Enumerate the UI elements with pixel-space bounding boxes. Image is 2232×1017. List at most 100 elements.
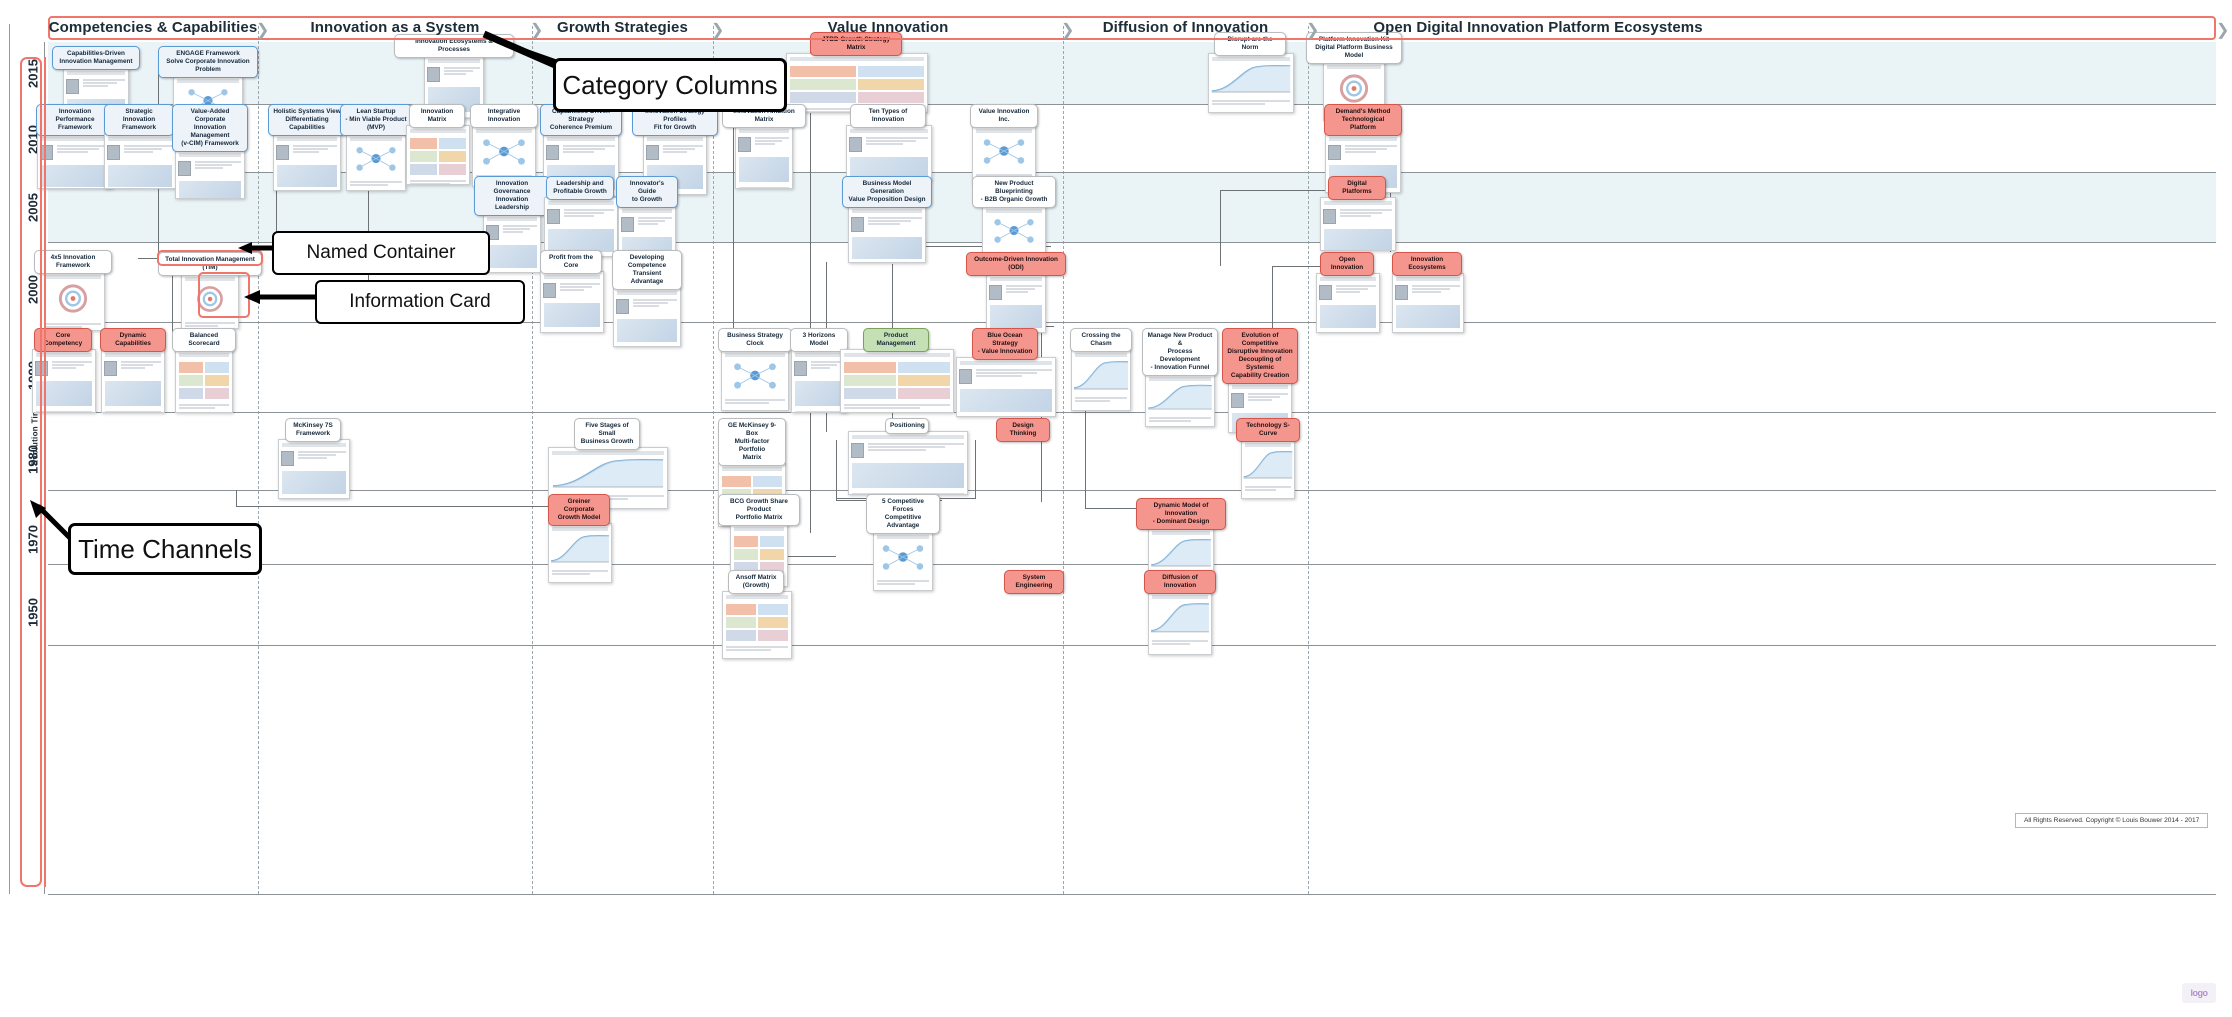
card-title-label[interactable]: Strategic Innovation Framework bbox=[104, 104, 174, 136]
information-card[interactable]: Business Model Generation Value Propositi… bbox=[842, 176, 932, 263]
card-title-label[interactable]: Open Innovation bbox=[1320, 252, 1374, 276]
card-thumbnail[interactable] bbox=[1145, 373, 1215, 427]
information-card[interactable]: Innovation Matrix bbox=[406, 104, 470, 185]
card-title-label[interactable]: Innovator's Guide to Growth bbox=[616, 176, 678, 208]
information-card[interactable]: Profit from the Core bbox=[540, 250, 604, 333]
information-card[interactable]: Innovation Ecosystems bbox=[1392, 252, 1464, 333]
category-header-diffusion[interactable]: Diffusion of Innovation bbox=[1063, 12, 1308, 42]
card-title-label[interactable]: Blue Ocean Strategy - Value Innovation bbox=[972, 328, 1038, 360]
card-thumbnail[interactable] bbox=[1316, 273, 1380, 333]
card-title-label[interactable]: Five Stages of Small Business Growth bbox=[574, 418, 640, 450]
card-title-label[interactable]: Crossing the Chasm bbox=[1070, 328, 1132, 352]
card-thumbnail[interactable] bbox=[722, 591, 792, 659]
information-card[interactable]: Value-Added Corporate Innovation Manageme… bbox=[172, 104, 248, 199]
card-title-label[interactable]: Innovation Matrix bbox=[409, 104, 465, 128]
card-title-label[interactable]: ENGAGE Framework Solve Corporate Innovati… bbox=[158, 46, 258, 78]
information-card[interactable]: JTBD Growth Strategy Matrix bbox=[786, 32, 928, 113]
information-card[interactable]: Technology S-Curve bbox=[1236, 418, 1300, 499]
card-thumbnail[interactable] bbox=[986, 273, 1046, 333]
information-card[interactable]: Positioning bbox=[848, 418, 968, 495]
information-card[interactable]: Business Strategy Clock bbox=[718, 328, 792, 411]
card-thumbnail[interactable] bbox=[548, 523, 612, 583]
card-title-label[interactable]: Leadership and Profitable Growth bbox=[546, 176, 614, 200]
card-thumbnail[interactable] bbox=[791, 349, 847, 413]
card-thumbnail[interactable] bbox=[1241, 439, 1295, 499]
category-header-competencies[interactable]: Competencies & Capabilities bbox=[48, 12, 258, 42]
card-title-label[interactable]: New Product Blueprinting - B2B Organic Gr… bbox=[972, 176, 1056, 208]
card-title-label[interactable]: BCG Growth Share Product Portfolio Matrix bbox=[718, 494, 800, 526]
card-thumbnail[interactable] bbox=[1392, 273, 1464, 333]
card-title-label[interactable]: Greiner Corporate Growth Model bbox=[548, 494, 610, 526]
card-thumbnail[interactable] bbox=[735, 125, 793, 189]
information-card[interactable]: Value Innovation Inc. bbox=[970, 104, 1038, 185]
card-thumbnail[interactable] bbox=[544, 197, 618, 257]
card-title-label[interactable]: Positioning bbox=[885, 418, 929, 434]
card-title-label[interactable]: Holistic Systems View Differentiating Cap… bbox=[268, 104, 346, 136]
card-title-label[interactable]: GE McKinsey 9-Box Multi-factor Portfolio M… bbox=[718, 418, 786, 466]
information-card[interactable]: McKinsey 7S Framework bbox=[278, 418, 350, 499]
information-card[interactable]: Ansoff Matrix (Growth) bbox=[722, 570, 792, 659]
information-card[interactable]: 5 Competitive Forces Competitive Advantag… bbox=[866, 494, 940, 591]
card-title-label[interactable]: Value Innovation Inc. bbox=[970, 104, 1038, 128]
information-card[interactable]: Greiner Corporate Growth Model bbox=[548, 494, 612, 583]
information-card[interactable]: Manage New Product & Process Development -… bbox=[1142, 328, 1218, 427]
card-title-label[interactable]: 5 Competitive Forces Competitive Advantag… bbox=[866, 494, 940, 534]
information-card[interactable]: New Product Blueprinting - B2B Organic Gr… bbox=[972, 176, 1056, 263]
card-title-label[interactable]: Capabilities-Driven Innovation Management bbox=[52, 46, 140, 70]
card-title-label[interactable]: Developing Competence Transient Advantage bbox=[612, 250, 682, 290]
card-thumbnail[interactable] bbox=[873, 531, 933, 591]
card-thumbnail[interactable] bbox=[1320, 197, 1396, 251]
information-card[interactable]: Innovation Performance Framework bbox=[36, 104, 114, 189]
card-title-label[interactable]: Business Model Generation Value Propositi… bbox=[842, 176, 932, 208]
information-card[interactable]: Leadership and Profitable Growth bbox=[544, 176, 618, 257]
card-title-label[interactable]: Core Competency bbox=[34, 328, 92, 352]
information-card[interactable]: Diffusion of Innovation bbox=[1144, 570, 1216, 655]
card-title-label[interactable]: Evolution of Competitive Disruptive Innov… bbox=[1222, 328, 1298, 384]
card-title-label[interactable]: McKinsey 7S Framework bbox=[285, 418, 341, 442]
information-card[interactable]: Strategic Innovation Framework bbox=[104, 104, 176, 189]
information-card[interactable]: Dynamic Capabilities bbox=[100, 328, 166, 413]
information-card[interactable]: Integrative Innovation bbox=[470, 104, 538, 187]
card-title-label[interactable]: Dynamic Model of Innovation - Dominant De… bbox=[1136, 498, 1226, 530]
card-title-label[interactable]: Value-Added Corporate Innovation Manageme… bbox=[172, 104, 248, 152]
card-thumbnail[interactable] bbox=[278, 439, 350, 499]
information-card[interactable]: Ten Types of Innovation bbox=[846, 104, 932, 181]
card-title-label[interactable]: Business Strategy Clock bbox=[718, 328, 792, 352]
card-thumbnail[interactable] bbox=[1148, 591, 1212, 655]
card-thumbnail[interactable] bbox=[37, 133, 113, 189]
card-title-label[interactable]: Profit from the Core bbox=[540, 250, 602, 274]
card-title-label[interactable]: Technology S-Curve bbox=[1236, 418, 1300, 442]
card-title-label[interactable]: Digital Platforms bbox=[1328, 176, 1386, 200]
information-card[interactable]: Disrupt are the Norm bbox=[1208, 32, 1294, 113]
card-title-label[interactable]: Lean Startup - Min Viable Product (MVP) bbox=[340, 104, 412, 136]
information-card[interactable]: Product Management bbox=[840, 328, 954, 413]
card-thumbnail[interactable] bbox=[956, 357, 1056, 417]
card-thumbnail[interactable] bbox=[483, 213, 541, 273]
category-header-open-digital[interactable]: Open Digital Innovation Platform Ecosyst… bbox=[1308, 12, 1768, 42]
information-card[interactable]: Lean Startup - Min Viable Product (MVP) bbox=[340, 104, 412, 191]
card-title-label[interactable]: Outcome-Driven Innovation (ODI) bbox=[966, 252, 1066, 276]
information-card[interactable]: Innovation Ambition Matrix bbox=[722, 104, 806, 189]
information-card[interactable]: Outcome-Driven Innovation (ODI) bbox=[966, 252, 1066, 333]
card-thumbnail[interactable] bbox=[613, 287, 681, 347]
information-card[interactable]: System Engineering bbox=[1004, 570, 1064, 594]
card-title-label[interactable]: Ansoff Matrix (Growth) bbox=[728, 570, 784, 594]
card-thumbnail[interactable] bbox=[848, 205, 926, 263]
card-thumbnail[interactable] bbox=[721, 349, 789, 411]
card-title-label[interactable]: Balanced Scorecard bbox=[172, 328, 236, 352]
card-title-label[interactable]: Innovation Ecosystems bbox=[1392, 252, 1462, 276]
card-title-label[interactable]: Integrative Innovation bbox=[470, 104, 538, 128]
category-header-value-innovation[interactable]: Value Innovation bbox=[713, 12, 1063, 42]
card-title-label[interactable]: Dynamic Capabilities bbox=[100, 328, 166, 352]
information-card[interactable]: Design Thinking bbox=[996, 418, 1050, 442]
card-title-label[interactable]: Diffusion of Innovation bbox=[1144, 570, 1216, 594]
information-card[interactable]: Crossing the Chasm bbox=[1070, 328, 1132, 411]
card-thumbnail[interactable] bbox=[273, 133, 341, 191]
card-thumbnail[interactable] bbox=[848, 431, 968, 495]
card-thumbnail[interactable] bbox=[41, 271, 105, 331]
card-thumbnail[interactable] bbox=[104, 133, 176, 189]
card-thumbnail[interactable] bbox=[346, 133, 406, 191]
information-card[interactable]: Digital Platforms bbox=[1320, 176, 1396, 251]
card-title-label[interactable]: Innovation Performance Framework bbox=[36, 104, 114, 136]
card-thumbnail[interactable] bbox=[840, 349, 954, 413]
